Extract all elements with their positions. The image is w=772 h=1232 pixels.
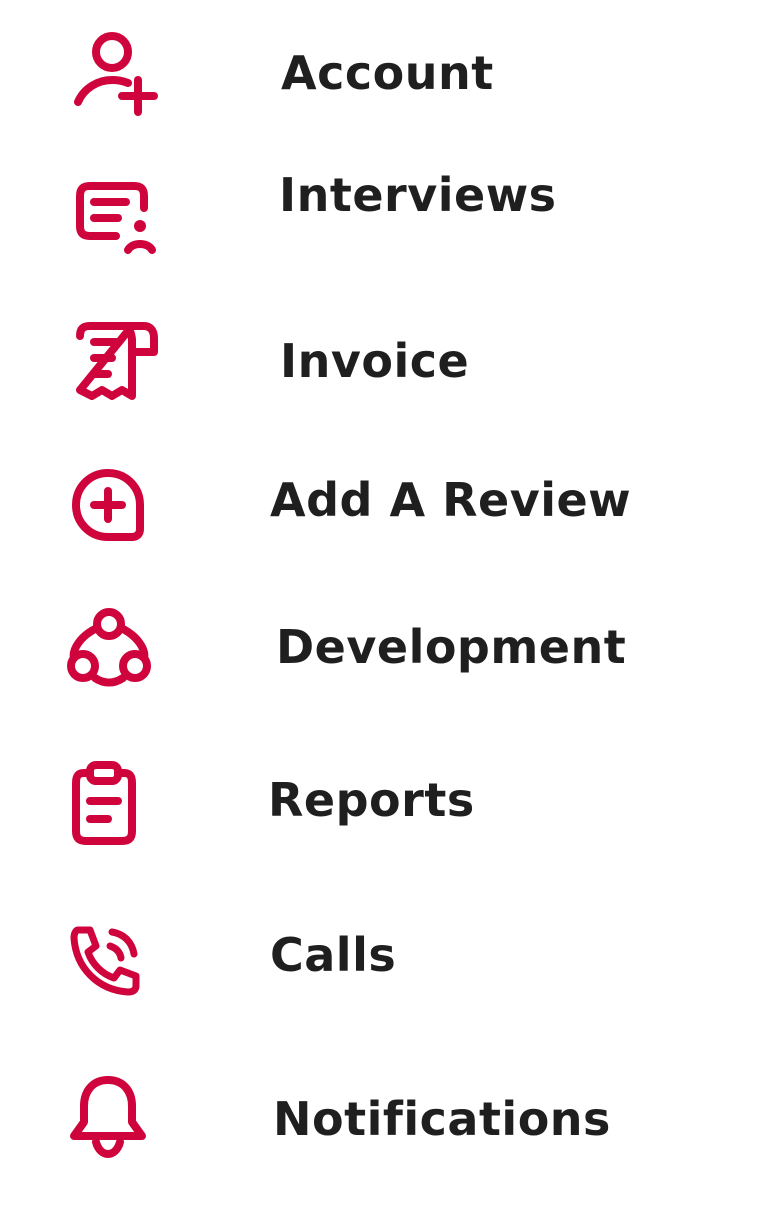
menu-item-notifications[interactable]: Notifications bbox=[0, 1072, 772, 1182]
menu-item-interviews[interactable]: Interviews bbox=[0, 150, 772, 260]
menu-item-add-a-review[interactable]: Add A Review bbox=[0, 455, 772, 565]
clipboard-icon bbox=[70, 759, 138, 845]
menu-item-label: Development bbox=[276, 620, 627, 674]
menu-item-label: Calls bbox=[270, 928, 397, 982]
menu-item-calls[interactable]: Calls bbox=[0, 918, 772, 1028]
plus-circle-bubble-icon bbox=[70, 467, 146, 543]
menu-item-label: Reports bbox=[268, 773, 475, 827]
menu-item-reports[interactable]: Reports bbox=[0, 755, 772, 865]
menu-item-label: Notifications bbox=[273, 1092, 611, 1146]
connected-nodes-icon bbox=[66, 606, 152, 692]
menu-item-label: Account bbox=[281, 46, 494, 100]
menu-item-invoice[interactable]: Invoice bbox=[0, 310, 772, 420]
bell-icon bbox=[68, 1074, 148, 1158]
receipt-icon bbox=[74, 320, 158, 404]
menu-item-label: Add A Review bbox=[270, 473, 632, 527]
user-plus-icon bbox=[72, 30, 162, 116]
menu-item-account[interactable]: Account bbox=[0, 20, 772, 130]
phone-call-icon bbox=[68, 924, 142, 998]
menu-item-label: Interviews bbox=[279, 168, 557, 222]
menu-item-development[interactable]: Development bbox=[0, 602, 772, 712]
menu-item-label: Invoice bbox=[280, 334, 470, 388]
document-user-icon bbox=[74, 180, 156, 256]
